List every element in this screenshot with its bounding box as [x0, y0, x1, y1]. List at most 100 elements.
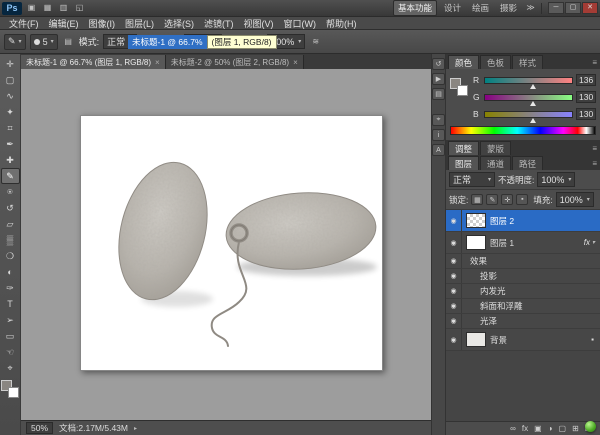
layer-thumbnail[interactable]	[466, 213, 486, 228]
pen-tool[interactable]: ✑	[1, 280, 20, 296]
visibility-toggle[interactable]: ◉	[446, 299, 462, 313]
dodge-tool[interactable]: ◐	[1, 264, 20, 280]
toggle-brush-panel-button[interactable]: ▤	[62, 36, 75, 48]
green-slider[interactable]	[484, 94, 573, 101]
maximize-button[interactable]: ▢	[565, 2, 581, 14]
layer-style-button[interactable]: fx	[522, 424, 528, 433]
add-mask-button[interactable]: ▣	[534, 424, 542, 433]
menu-filter[interactable]: 滤镜(T)	[199, 17, 239, 30]
quick-selection-tool[interactable]: ✦	[1, 104, 20, 120]
type-tool[interactable]: T	[1, 296, 20, 312]
info-panel-button[interactable]: i	[432, 129, 445, 141]
link-layers-button[interactable]: ∞	[510, 424, 516, 433]
navigator-panel-button[interactable]: ⌖	[432, 114, 445, 126]
menu-view[interactable]: 视图(V)	[239, 17, 279, 30]
red-slider[interactable]	[484, 77, 573, 84]
workspace-painting-button[interactable]: 绘画	[468, 1, 493, 15]
gradient-tool[interactable]: ▒	[1, 232, 20, 248]
effect-row-drop-shadow[interactable]: ◉ 投影	[446, 269, 600, 284]
visibility-toggle[interactable]: ◉	[446, 269, 462, 283]
screen-mode-icon[interactable]: ◱	[73, 2, 86, 14]
canvas-workspace[interactable]	[21, 69, 431, 420]
eraser-tool[interactable]: ▱	[1, 216, 20, 232]
arrange-documents-icon[interactable]: ▥	[57, 2, 70, 14]
collapse-effects-icon[interactable]: ▾	[592, 239, 595, 246]
workspace-photography-button[interactable]: 摄影	[496, 1, 521, 15]
menu-window[interactable]: 窗口(W)	[279, 17, 322, 30]
tab-layers[interactable]: 图层	[448, 156, 479, 170]
actions-panel-button[interactable]: ▶	[432, 73, 445, 85]
layer-thumbnail[interactable]	[466, 332, 486, 347]
blue-value-field[interactable]: 130	[576, 108, 596, 120]
lasso-tool[interactable]: ∿	[1, 88, 20, 104]
status-options-arrow-icon[interactable]: ▸	[134, 425, 137, 432]
slider-thumb[interactable]	[530, 84, 536, 89]
crop-tool[interactable]: ⌗	[1, 120, 20, 136]
layer-style-badge[interactable]: fx ▾	[584, 238, 595, 247]
new-group-button[interactable]: ▢	[559, 424, 567, 433]
brush-tool[interactable]: ✎	[1, 168, 20, 184]
effect-row-bevel-emboss[interactable]: ◉ 斜面和浮雕	[446, 299, 600, 314]
lock-pixels-button[interactable]: ✎	[486, 194, 498, 205]
background-color-swatch[interactable]	[8, 387, 19, 398]
history-panel-button[interactable]: ↺	[432, 58, 445, 70]
menu-file[interactable]: 文件(F)	[4, 17, 44, 30]
workspace-design-button[interactable]: 设计	[440, 1, 465, 15]
zoom-level-field[interactable]: 50%	[26, 422, 53, 434]
effect-row-inner-glow[interactable]: ◉ 内发光	[446, 284, 600, 299]
layer-row-layer1[interactable]: ◉ 图层 1 fx ▾	[446, 232, 600, 254]
green-value-field[interactable]: 130	[576, 91, 596, 103]
blend-mode-select[interactable]: 正常 ▾	[449, 172, 495, 187]
marquee-tool[interactable]: ▢	[1, 72, 20, 88]
menu-layer[interactable]: 图层(L)	[120, 17, 159, 30]
tab-swatches[interactable]: 色板	[480, 55, 511, 69]
red-value-field[interactable]: 136	[576, 74, 596, 86]
visibility-toggle[interactable]: ◉	[446, 232, 462, 253]
blur-tool[interactable]: ❍	[1, 248, 20, 264]
effect-row-satin[interactable]: ◉ 光泽	[446, 314, 600, 329]
brush-preset-picker[interactable]: 5 ▾	[30, 34, 58, 50]
tab-close-icon[interactable]: ×	[155, 58, 160, 67]
color-spectrum-ramp[interactable]	[450, 126, 596, 135]
panel-menu-icon[interactable]: ≡	[592, 144, 600, 155]
effects-header-row[interactable]: ◉ 效果	[446, 254, 600, 269]
menu-image[interactable]: 图像(I)	[84, 17, 121, 30]
path-selection-tool[interactable]: ➢	[1, 312, 20, 328]
layer-thumbnail[interactable]	[466, 235, 486, 250]
adjustment-layer-button[interactable]: ◑	[548, 424, 553, 433]
panel-menu-icon[interactable]: ≡	[592, 159, 600, 170]
lock-all-button[interactable]: ▪	[516, 194, 528, 205]
move-tool[interactable]: ✛	[1, 56, 20, 72]
visibility-toggle[interactable]: ◉	[446, 254, 462, 268]
tab-channels[interactable]: 通道	[480, 156, 511, 170]
styles-panel-button[interactable]: ▤	[432, 88, 445, 100]
visibility-toggle[interactable]: ◉	[446, 210, 462, 231]
tab-color[interactable]: 颜色	[448, 55, 479, 69]
tab-styles[interactable]: 样式	[512, 55, 543, 69]
tab-adjustments[interactable]: 调整	[448, 141, 479, 155]
eyedropper-tool[interactable]: ✒	[1, 136, 20, 152]
blue-slider[interactable]	[484, 111, 573, 118]
layer-row-layer2[interactable]: ◉ 图层 2	[446, 210, 600, 232]
shape-tool[interactable]: ▭	[1, 328, 20, 344]
tab-close-icon[interactable]: ×	[293, 58, 298, 67]
lock-position-button[interactable]: ✛	[501, 194, 513, 205]
workspace-overflow-icon[interactable]: ≫	[524, 2, 537, 14]
view-extras-icon[interactable]: ▦	[41, 2, 54, 14]
visibility-toggle[interactable]: ◉	[446, 284, 462, 298]
close-button[interactable]: ✕	[582, 2, 598, 14]
tab-paths[interactable]: 路径	[512, 156, 543, 170]
airbrush-button[interactable]: ≋	[309, 36, 322, 48]
lock-transparency-button[interactable]: ▦	[471, 194, 483, 205]
workspace-basic-button[interactable]: 基本功能	[393, 0, 437, 16]
menu-help[interactable]: 帮助(H)	[321, 17, 362, 30]
minimize-button[interactable]: ─	[548, 2, 564, 14]
panel-menu-icon[interactable]: ≡	[592, 58, 600, 69]
clone-stamp-tool[interactable]: ⍟	[1, 184, 20, 200]
menu-edit[interactable]: 编辑(E)	[44, 17, 84, 30]
bridge-icon[interactable]: ▣	[25, 2, 38, 14]
document-canvas[interactable]	[80, 115, 383, 371]
character-panel-button[interactable]: A	[432, 144, 445, 156]
menu-select[interactable]: 选择(S)	[159, 17, 199, 30]
history-brush-tool[interactable]: ↺	[1, 200, 20, 216]
